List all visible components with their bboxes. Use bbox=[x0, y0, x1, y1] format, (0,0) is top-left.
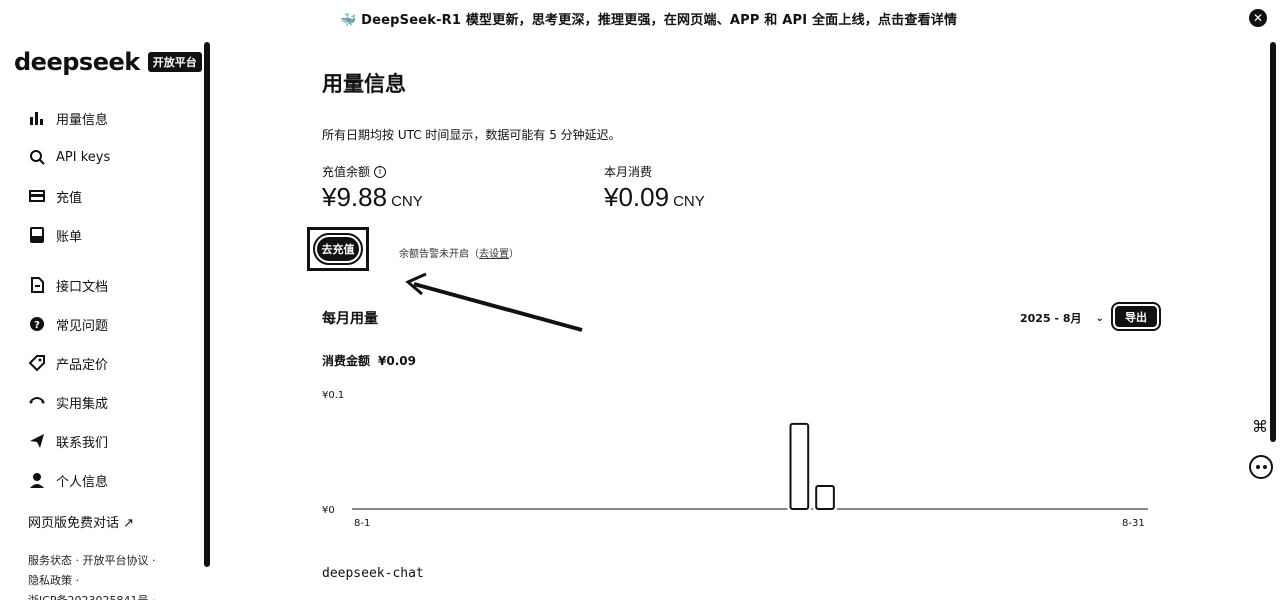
arrow-shaft bbox=[413, 282, 583, 332]
monthly-usage-title: 每月用量 bbox=[322, 311, 378, 327]
x-tick-end: 8-31 bbox=[1122, 518, 1145, 529]
spend-label: 消费金额 bbox=[322, 354, 371, 368]
annotation-arrow bbox=[405, 272, 583, 332]
send-icon bbox=[30, 434, 44, 448]
usage-chart: ¥0.1 ¥0 8-1 8-31 bbox=[322, 386, 1162, 570]
sidebar-scrollbar[interactable] bbox=[204, 42, 210, 567]
y-tick-bottom: ¥0 bbox=[322, 505, 335, 516]
sidebar-item-label: 用量信息 bbox=[56, 112, 109, 128]
platform-badge: 开放平台 bbox=[147, 52, 202, 72]
bill-icon bbox=[30, 227, 44, 243]
spend-value: ¥0.09 bbox=[378, 354, 416, 368]
sidebar: deepseek 开放平台 用量信息 API keys 充值 账单 接口文档 ?… bbox=[0, 36, 206, 600]
month-select[interactable]: 2025 - 8月 ⌄ bbox=[1020, 310, 1104, 326]
sidebar-item-faq[interactable]: ? 常见问题 bbox=[28, 314, 108, 334]
sidebar-item-label: API keys bbox=[56, 149, 111, 165]
tag-icon bbox=[28, 355, 45, 372]
sidebar-item-contact[interactable]: 联系我们 bbox=[28, 431, 108, 451]
banner-text[interactable]: 🐳 DeepSeek-R1 模型更新，思考更深，推理更强，在网页端、APP 和 … bbox=[340, 9, 957, 28]
logo[interactable]: deepseek 开放平台 bbox=[14, 48, 202, 76]
chevron-down-icon: ⌄ bbox=[1095, 312, 1104, 324]
export-button[interactable]: 导出 bbox=[1111, 302, 1161, 331]
sidebar-item-topup[interactable]: 充值 bbox=[28, 186, 82, 206]
x-tick-start: 8-1 bbox=[354, 518, 370, 529]
chart-bars bbox=[787, 422, 837, 511]
sidebar-item-label: 联系我们 bbox=[56, 435, 109, 451]
apps-icon[interactable]: ⌘ bbox=[1252, 417, 1268, 436]
usage-chart-svg: ¥0.1 ¥0 8-1 8-31 bbox=[322, 390, 1148, 529]
sidebar-item-api-keys[interactable]: API keys bbox=[28, 147, 110, 167]
privacy-link[interactable]: 隐私政策 · bbox=[28, 572, 79, 588]
y-tick-top: ¥0.1 bbox=[322, 390, 344, 401]
logo-text: deepseek bbox=[14, 48, 140, 76]
chart-bar-8-19[interactable] bbox=[815, 485, 835, 510]
integration-icon bbox=[29, 397, 45, 404]
sidebar-item-label: 充值 bbox=[56, 190, 83, 206]
sidebar-item-bill[interactable]: 账单 bbox=[28, 225, 82, 245]
model-label: deepseek-chat bbox=[322, 566, 424, 581]
wallet-icon bbox=[29, 190, 45, 202]
sidebar-item-label: 个人信息 bbox=[56, 474, 109, 490]
bar-chart-icon bbox=[30, 112, 43, 125]
month-select-value: 2025 - 8月 bbox=[1020, 312, 1082, 325]
sidebar-item-label: 实用集成 bbox=[56, 396, 109, 412]
page-scrollbar[interactable] bbox=[1270, 42, 1276, 442]
footer-links[interactable]: 服务状态 · 开放平台协议 · bbox=[28, 552, 155, 568]
document-icon bbox=[31, 277, 44, 293]
sidebar-item-profile[interactable]: 个人信息 bbox=[28, 470, 108, 490]
icp-link[interactable]: 浙ICP备2023025841号 · bbox=[28, 592, 156, 600]
web-chat-link[interactable]: 网页版免费对话 ↗ bbox=[28, 512, 134, 531]
sidebar-item-usage[interactable]: 用量信息 bbox=[28, 108, 108, 128]
sidebar-item-label: 常见问题 bbox=[56, 318, 109, 334]
announcement-banner[interactable]: 🐳 DeepSeek-R1 模型更新，思考更深，推理更强，在网页端、APP 和 … bbox=[0, 0, 1280, 36]
help-icon: ? bbox=[30, 317, 44, 331]
main-content: 用量信息 所有日期均按 UTC 时间显示，数据可能有 5 分钟延迟。 充值余额 … bbox=[307, 36, 1182, 600]
sidebar-item-integrations[interactable]: 实用集成 bbox=[28, 392, 108, 412]
chart-bar-8-18[interactable] bbox=[789, 422, 810, 510]
svg-text:?: ? bbox=[34, 320, 40, 331]
close-icon[interactable]: ✕ bbox=[1249, 9, 1267, 27]
sidebar-item-label: 产品定价 bbox=[56, 357, 109, 373]
sidebar-item-label: 接口文档 bbox=[56, 279, 109, 295]
sidebar-item-label: 账单 bbox=[56, 229, 83, 245]
sidebar-item-docs[interactable]: 接口文档 bbox=[28, 275, 108, 295]
search-icon bbox=[30, 150, 45, 165]
sidebar-item-pricing[interactable]: 产品定价 bbox=[28, 353, 108, 373]
chat-bot-icon[interactable] bbox=[1249, 455, 1273, 479]
user-icon bbox=[30, 473, 44, 488]
spend-summary: 消费金额 ¥0.09 bbox=[322, 352, 416, 369]
